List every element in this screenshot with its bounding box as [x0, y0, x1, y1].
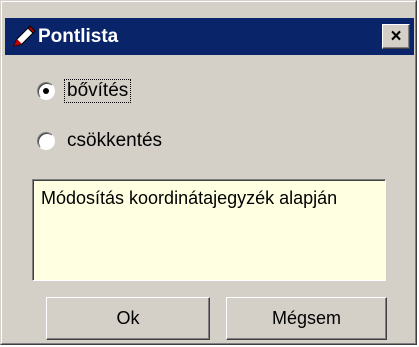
radio-option-reduce[interactable]: csökkentés	[37, 130, 164, 152]
pontlista-dialog: Pontlista × bővítés csökkentés Módosítás…	[0, 0, 417, 345]
cancel-button-label: Mégsem	[271, 308, 342, 328]
close-button[interactable]: ×	[382, 24, 410, 49]
radio-label[interactable]: csökkentés	[65, 130, 164, 152]
radio-selected-dot	[43, 88, 49, 94]
radio-option-expand[interactable]: bővítés	[37, 79, 132, 103]
description-text: Módosítás koordinátajegyzék alapján	[41, 188, 338, 208]
radio-label[interactable]: bővítés	[63, 79, 132, 103]
ok-button[interactable]: Ok	[46, 297, 210, 340]
pencil-icon	[11, 24, 37, 50]
ok-button-label: Ok	[116, 308, 140, 328]
close-icon: ×	[390, 26, 402, 47]
title-bar: Pontlista ×	[5, 18, 414, 55]
cancel-button[interactable]: Mégsem	[226, 297, 387, 340]
radio-button[interactable]	[37, 132, 55, 150]
description-box: Módosítás koordinátajegyzék alapján	[32, 179, 386, 281]
window-title: Pontlista	[38, 26, 119, 47]
radio-button[interactable]	[37, 82, 55, 100]
